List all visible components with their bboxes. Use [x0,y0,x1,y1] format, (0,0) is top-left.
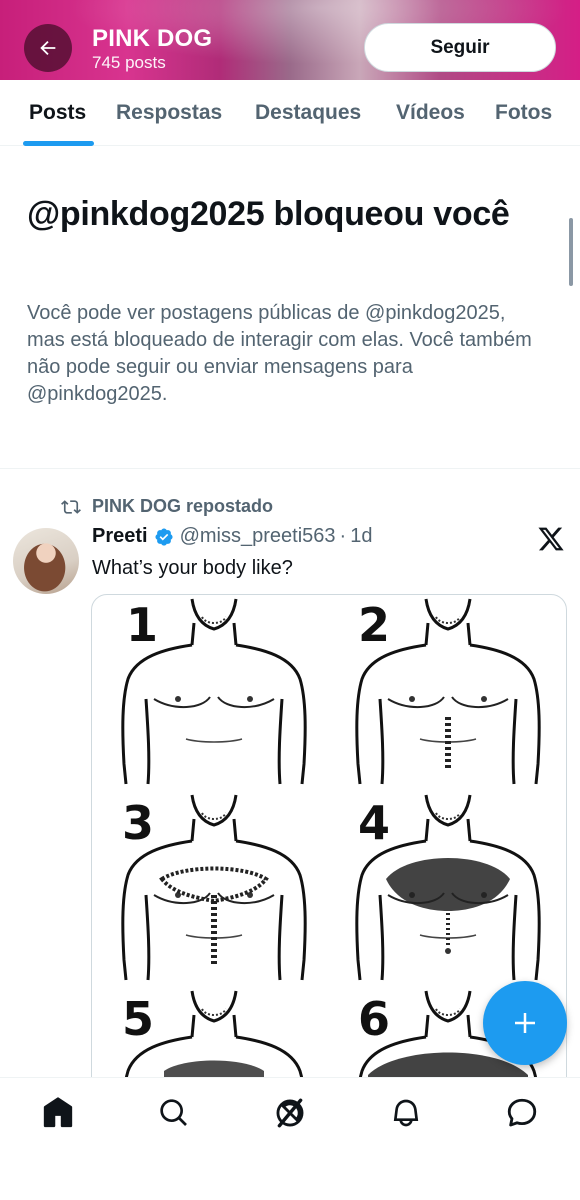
author-avatar[interactable] [13,528,79,594]
grok-icon [276,1098,304,1128]
back-button[interactable] [24,24,72,72]
post-time[interactable]: 1d [350,525,372,548]
plus-icon [515,1013,535,1033]
post-count: 745 posts [92,53,166,72]
media-label-2: 2 [358,598,390,652]
nav-home[interactable] [40,1095,76,1131]
tab-respostas[interactable]: Respostas [116,80,222,146]
repost-indicator[interactable]: PINK DOG repostado [60,496,273,517]
author-name[interactable]: Preeti [92,525,148,548]
message-icon [507,1098,537,1127]
tab-posts[interactable]: Posts [29,80,86,146]
bell-icon [393,1099,419,1127]
arrow-left-icon [40,40,56,56]
nav-search[interactable] [156,1095,192,1131]
blocked-description: Você pode ver postagens públicas de @pin… [27,302,532,405]
active-tab-indicator [23,141,94,146]
profile-header: PINK DOG 745 posts Seguir [0,0,580,80]
divider [0,468,580,469]
verified-badge-icon [154,527,174,547]
repost-label: PINK DOG repostado [92,496,274,516]
compose-button[interactable] [483,981,567,1065]
profile-tabs: Posts Respostas Destaques Vídeos Fotos [0,80,580,146]
header-title-block: PINK DOG 745 posts [92,25,212,73]
profile-name: PINK DOG [92,25,213,52]
scrollbar[interactable] [569,218,573,286]
media-label-3: 3 [122,796,154,850]
search-icon [160,1099,187,1126]
tab-destaques[interactable]: Destaques [255,80,361,146]
media-label-5: 5 [122,992,154,1046]
author-handle[interactable]: @miss_preeti563 [180,525,336,548]
bottom-navigation [0,1077,580,1200]
nav-messages[interactable] [504,1095,540,1131]
repost-icon [61,499,81,514]
follow-button[interactable]: Seguir [364,23,556,72]
post-text: What’s your body like? [92,557,293,579]
x-logo-icon [538,527,564,551]
blocked-title: @pinkdog2025 bloqueou você [27,195,510,233]
media-label-4: 4 [358,796,390,850]
tab-fotos[interactable]: Fotos [495,80,552,146]
post-header: Preeti @miss_preeti563 · 1d [92,525,372,548]
nav-notifications[interactable] [388,1095,424,1131]
media-label-6: 6 [358,992,390,1046]
separator-dot: · [339,525,347,547]
media-label-1: 1 [126,598,158,652]
home-icon [43,1097,73,1128]
nav-grok[interactable] [272,1095,308,1131]
tab-videos[interactable]: Vídeos [396,80,465,146]
